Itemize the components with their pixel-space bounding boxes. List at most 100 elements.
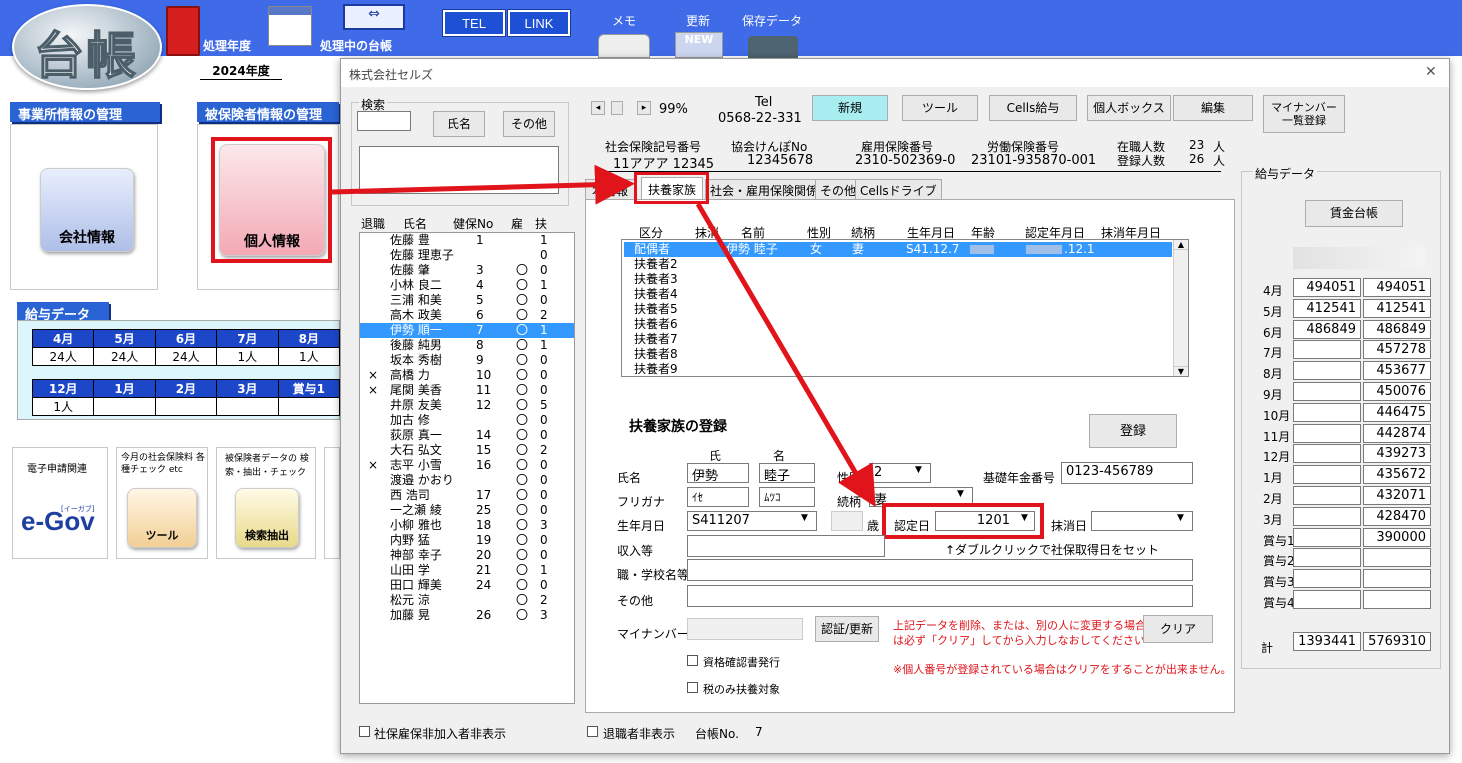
dependent-row[interactable]: 扶養者5 bbox=[624, 302, 1176, 317]
wage-ledger-button[interactable]: 賃金台帳 bbox=[1305, 200, 1403, 227]
pension-input[interactable]: 0123-456789 bbox=[1061, 462, 1193, 484]
salary-cell-b[interactable]: 390000 bbox=[1363, 527, 1431, 547]
salary-cell-a[interactable]: 412541 bbox=[1293, 298, 1361, 318]
employee-row[interactable]: 小林 良二 4 〇 1 bbox=[360, 278, 574, 293]
employee-row[interactable]: × 尾関 美香 11 〇 0 bbox=[360, 383, 574, 398]
employee-row[interactable]: × 志平 小雪 16 〇 0 bbox=[360, 458, 574, 473]
egov-panel[interactable]: 電子申請関連 e-Gov [イーガブ] bbox=[12, 447, 108, 559]
cells-salary-button[interactable]: Cells給与 bbox=[989, 95, 1077, 121]
employee-row[interactable]: 三浦 和美 5 〇 0 bbox=[360, 293, 574, 308]
salary-cell-b[interactable]: 457278 bbox=[1363, 340, 1431, 360]
update-icon[interactable]: NEW bbox=[675, 32, 723, 58]
nav-prev-button[interactable]: ◂ bbox=[591, 101, 605, 115]
employee-row[interactable]: 荻原 真一 14 〇 0 bbox=[360, 428, 574, 443]
more-panel[interactable] bbox=[324, 447, 340, 559]
salary-cell-a[interactable] bbox=[1293, 465, 1361, 485]
salary-cell-a[interactable] bbox=[1293, 423, 1361, 443]
calendar-icon[interactable] bbox=[268, 6, 312, 46]
tel-button[interactable]: TEL bbox=[442, 9, 506, 37]
salary-cell-b[interactable]: 450076 bbox=[1363, 382, 1431, 401]
mynumber-input[interactable] bbox=[687, 618, 803, 640]
search-input[interactable] bbox=[357, 111, 411, 131]
dependent-row[interactable]: 扶養者2 bbox=[624, 257, 1176, 272]
new-button[interactable]: 新規 bbox=[812, 95, 888, 121]
other-input[interactable] bbox=[687, 585, 1193, 607]
age-input[interactable] bbox=[831, 511, 863, 531]
sei-input[interactable]: 伊勢 bbox=[687, 463, 749, 483]
clear-button[interactable]: クリア bbox=[1143, 615, 1213, 643]
employee-row[interactable]: 神部 幸子 20 〇 0 bbox=[360, 548, 574, 563]
sei-kana-input[interactable]: ｲｾ bbox=[687, 487, 749, 507]
salary-cell-b[interactable]: 453677 bbox=[1363, 361, 1431, 381]
employee-row[interactable]: 渡邉 かおり 〇 0 bbox=[360, 473, 574, 488]
name-search-button[interactable]: 氏名 bbox=[433, 111, 485, 137]
year-value[interactable]: 2024年度 bbox=[200, 62, 282, 80]
salary-cell-a[interactable]: 486849 bbox=[1293, 319, 1361, 339]
employee-row[interactable]: 佐藤 理恵子 0 bbox=[360, 248, 574, 263]
extract-panel[interactable]: 被保険者データの 検索・抽出・チェック 検索抽出 bbox=[216, 447, 316, 559]
salary-cell-a[interactable] bbox=[1293, 382, 1361, 401]
memo-icon[interactable] bbox=[598, 34, 650, 58]
book-icon[interactable] bbox=[166, 6, 200, 56]
mynumber-list-button[interactable]: マイナンバー 一覧登録 bbox=[1263, 95, 1345, 133]
employee-row[interactable]: 後藤 純男 8 〇 1 bbox=[360, 338, 574, 353]
tab-basic[interactable]: 本情報 bbox=[585, 179, 636, 199]
dependent-row[interactable]: 扶養者6 bbox=[624, 317, 1176, 332]
salary-cell-b[interactable]: 494051 bbox=[1363, 278, 1431, 297]
employee-row[interactable]: 西 浩司 17 〇 0 bbox=[360, 488, 574, 503]
dependent-row[interactable]: 扶養者4 bbox=[624, 287, 1176, 302]
mei-input[interactable]: 睦子 bbox=[759, 463, 815, 483]
employee-list[interactable]: 佐藤 豊 1 1 佐藤 理恵子 0 佐藤 肇 3 〇 0 小林 良二 4 〇 1 三浦 和美 5 〇 0 高木 政… bbox=[359, 232, 575, 704]
auth-update-button[interactable]: 認証/更新 bbox=[815, 616, 879, 642]
salary-cell-a[interactable] bbox=[1293, 548, 1361, 568]
other-search-button[interactable]: その他 bbox=[503, 111, 555, 137]
salary-cell-a[interactable] bbox=[1293, 340, 1361, 360]
employee-row[interactable]: 一之瀬 綾 25 〇 0 bbox=[360, 503, 574, 518]
salary-cell-b[interactable] bbox=[1363, 569, 1431, 589]
extract-button[interactable]: 検索抽出 bbox=[235, 488, 299, 548]
salary-cell-b[interactable]: 428470 bbox=[1363, 506, 1431, 526]
birth-select-arrow[interactable]: ▼ bbox=[801, 513, 808, 523]
edit-button[interactable]: 編集 bbox=[1173, 95, 1253, 121]
personal-box-button[interactable]: 個人ボックス bbox=[1087, 95, 1171, 121]
close-icon[interactable]: ✕ bbox=[1425, 64, 1437, 80]
employee-row[interactable]: 小柳 雅也 18 〇 3 bbox=[360, 518, 574, 533]
dependents-list[interactable]: 配偶者 伊勢 睦子女妻 S41.12.7.12.1 扶養者2 扶養者3 扶養者4 扶養者5 扶… bbox=[621, 239, 1189, 377]
employee-row[interactable]: 坂本 秀樹 9 〇 0 bbox=[360, 353, 574, 368]
tools-panel[interactable]: 今月の社会保険料 各種チェック etc ツール bbox=[116, 447, 208, 559]
employee-row[interactable]: 佐藤 肇 3 〇0 bbox=[360, 263, 574, 278]
salary-cell-a[interactable] bbox=[1293, 402, 1361, 422]
company-info-button[interactable]: 会社情報 bbox=[40, 168, 134, 252]
tab-cells-drive[interactable]: Cellsドライブ bbox=[855, 179, 942, 199]
nav-mid-button[interactable] bbox=[611, 101, 623, 115]
salary-cell-a[interactable] bbox=[1293, 569, 1361, 589]
tel-value[interactable]: 0568-22-331 bbox=[718, 111, 802, 126]
tab-insurance[interactable]: 社会・雇用保険関係 bbox=[705, 179, 824, 199]
salary-cell-b[interactable]: 442874 bbox=[1363, 423, 1431, 443]
employee-row[interactable]: 高木 政美 6 〇 2 bbox=[360, 308, 574, 323]
salary-cell-b[interactable]: 486849 bbox=[1363, 319, 1431, 339]
salary-cell-a[interactable] bbox=[1293, 486, 1361, 505]
nav-next-button[interactable]: ▸ bbox=[637, 101, 651, 115]
dependent-row[interactable]: 配偶者 伊勢 睦子 女 妻 S41.12.7 .12.1 bbox=[624, 242, 1172, 257]
salary-cell-a[interactable] bbox=[1293, 506, 1361, 526]
employee-row[interactable]: 伊勢 順一 7 〇 1 bbox=[360, 323, 574, 338]
salary-cell-a[interactable]: 494051 bbox=[1293, 278, 1361, 297]
dependents-scrollbar[interactable]: ▲ ▼ bbox=[1173, 240, 1188, 376]
relation-select-arrow[interactable]: ▼ bbox=[957, 489, 964, 499]
tool-button[interactable]: ツール bbox=[902, 95, 978, 121]
birth-select[interactable]: S411207 bbox=[687, 511, 817, 531]
employee-row[interactable]: 加古 修 〇0 bbox=[360, 413, 574, 428]
salary-cell-b[interactable]: 446475 bbox=[1363, 402, 1431, 422]
salary-cell-a[interactable] bbox=[1293, 527, 1361, 547]
delete-date-arrow[interactable]: ▼ bbox=[1177, 513, 1184, 523]
salary-cell-b[interactable] bbox=[1363, 590, 1431, 609]
employee-row[interactable]: 松元 涼 〇2 bbox=[360, 593, 574, 608]
employee-row[interactable]: 山田 学 21 〇 1 bbox=[360, 563, 574, 578]
salary-cell-a[interactable] bbox=[1293, 590, 1361, 609]
salary-cell-b[interactable] bbox=[1363, 548, 1431, 568]
employee-row[interactable]: 大石 弘文 15 〇 2 bbox=[360, 443, 574, 458]
briefcase-icon[interactable] bbox=[748, 36, 798, 58]
tools-button[interactable]: ツール bbox=[127, 488, 197, 548]
employee-row[interactable]: 佐藤 豊 1 1 bbox=[360, 233, 574, 248]
